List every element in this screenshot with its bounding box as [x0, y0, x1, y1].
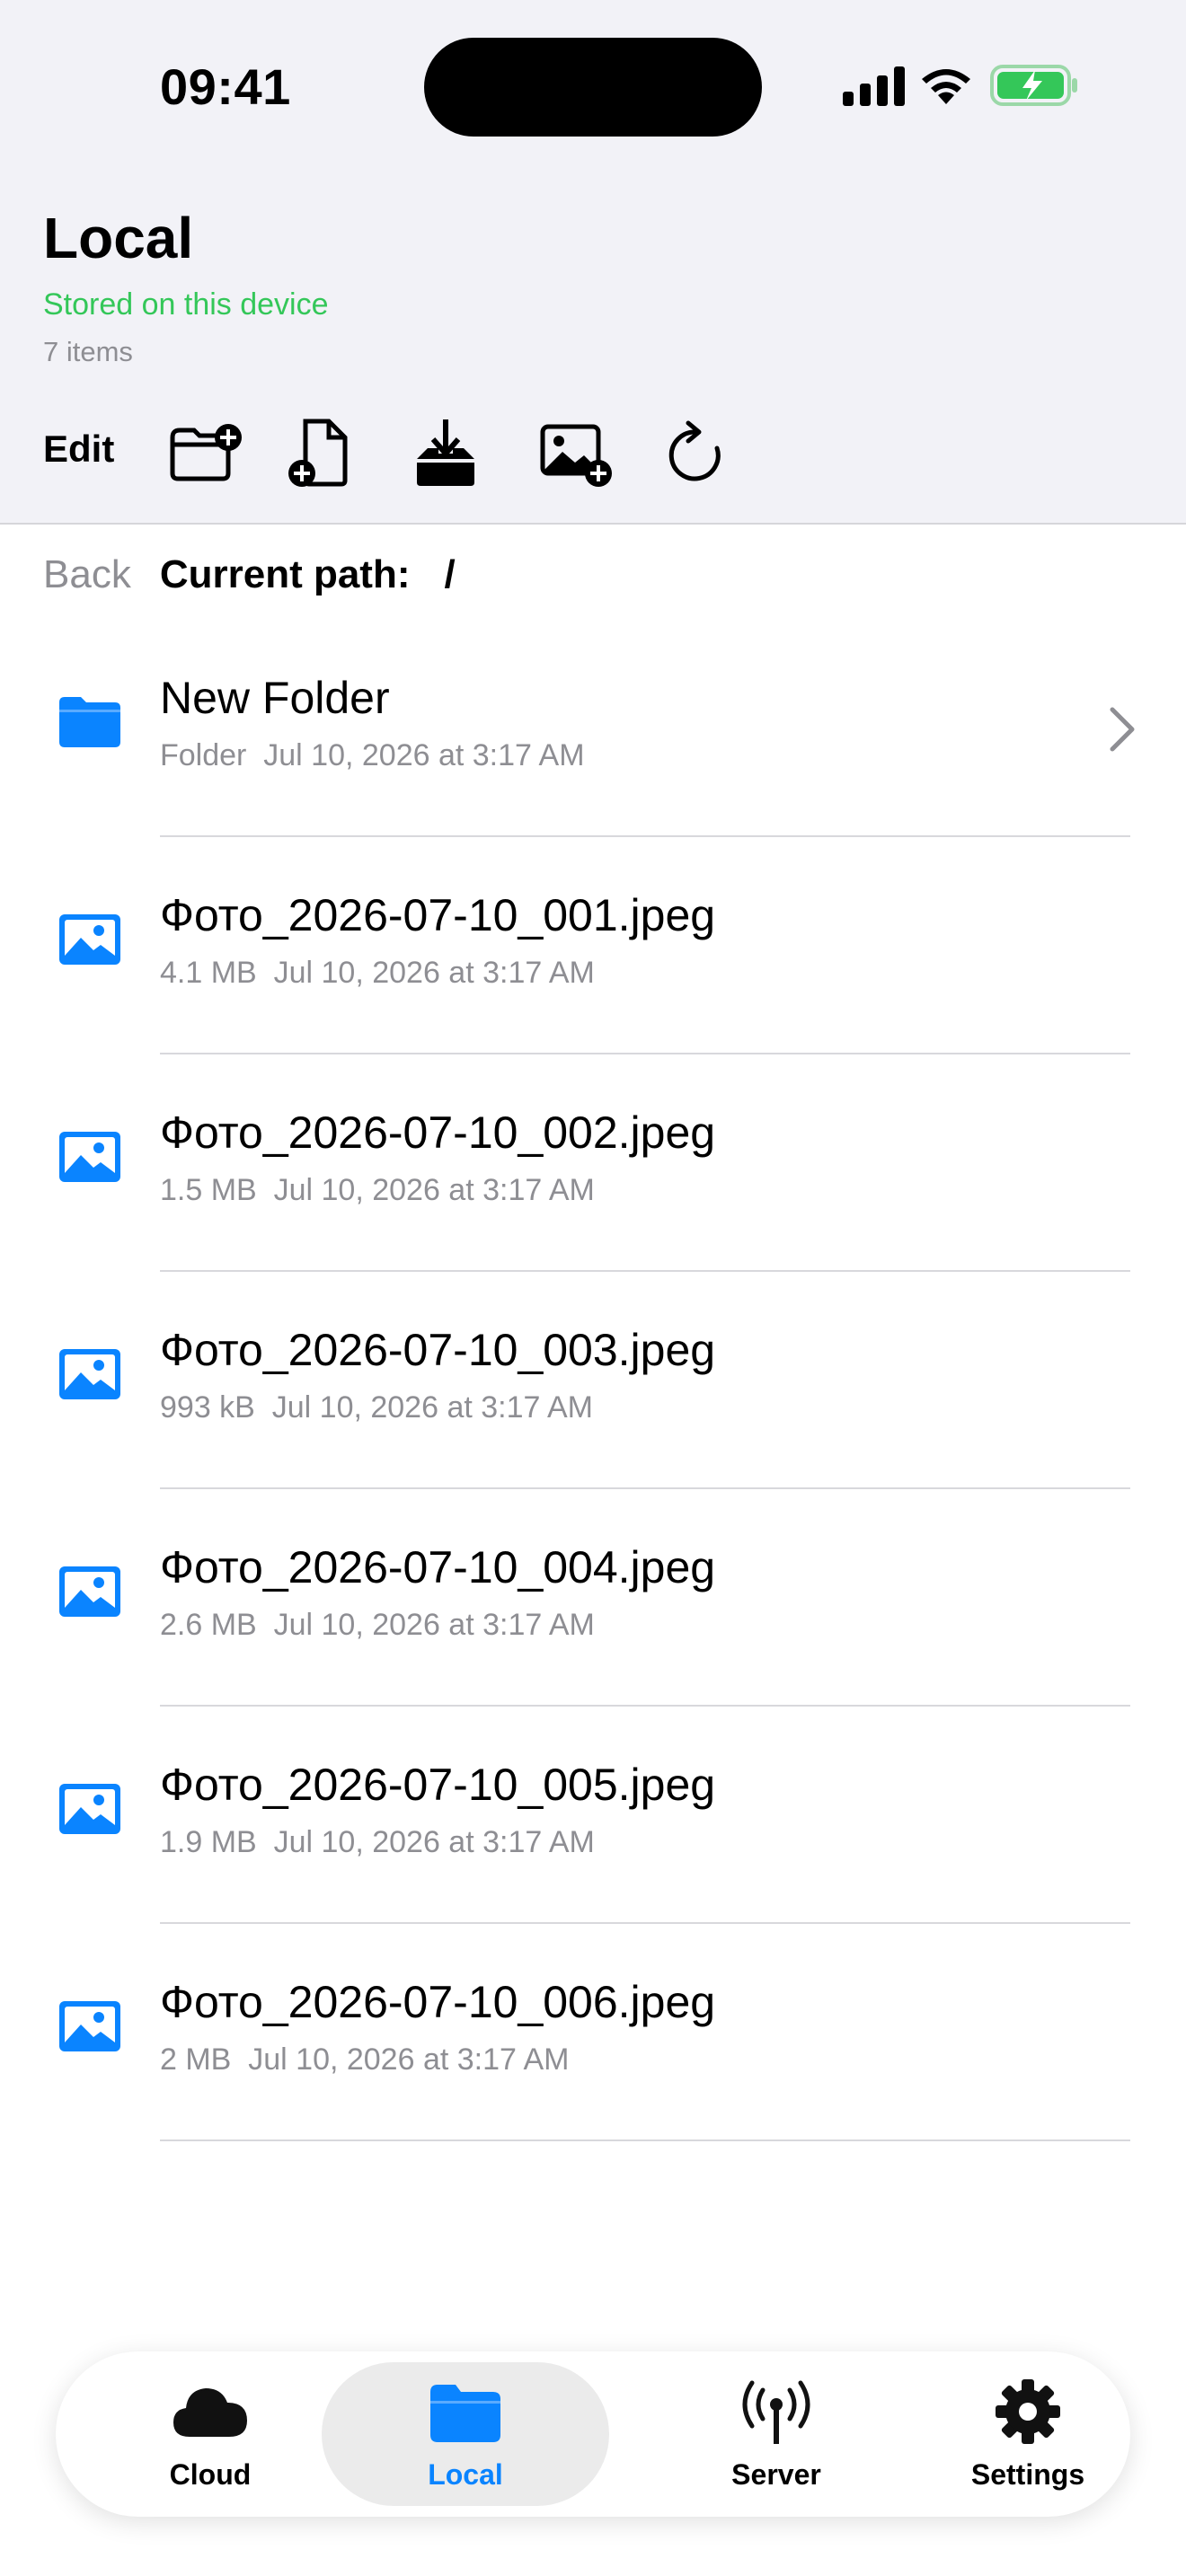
current-path-label: Current path:: [159, 552, 411, 596]
file-name: Фото_2026-07-10_001.jpeg: [160, 890, 716, 940]
import-button[interactable]: [403, 415, 489, 492]
storage-subtitle: Stored on this device: [43, 287, 329, 322]
file-meta: 4.1 MB Jul 10, 2026 at 3:17 AM: [160, 956, 595, 990]
file-meta: Folder Jul 10, 2026 at 3:17 AM: [160, 738, 585, 772]
folder-icon: [430, 2384, 500, 2442]
wifi-icon: [922, 69, 970, 104]
image-file-icon: [59, 914, 120, 965]
chevron-right-icon: [1110, 707, 1135, 752]
gear-icon: [996, 2378, 1060, 2444]
file-meta: 993 kB Jul 10, 2026 at 3:17 AM: [160, 1390, 593, 1425]
status-time: 09:41: [160, 58, 291, 115]
tab-server[interactable]: Server: [642, 2351, 911, 2517]
image-file-icon: [59, 1132, 120, 1182]
new-folder-button[interactable]: [164, 415, 250, 492]
image-file-icon: [59, 1349, 120, 1399]
file-name: Фото_2026-07-10_003.jpeg: [160, 1325, 716, 1375]
add-photo-icon: [540, 424, 612, 487]
tab-cloud[interactable]: Cloud: [75, 2351, 345, 2517]
list-item-file[interactable]: Фото_2026-07-10_005.jpeg 1.9 MB Jul 10, …: [0, 1707, 1186, 1924]
cloud-icon: [173, 2387, 247, 2437]
list-item-folder[interactable]: New Folder Folder Jul 10, 2026 at 3:17 A…: [0, 620, 1186, 837]
refresh-icon: [668, 420, 721, 481]
refresh-button[interactable]: [652, 415, 739, 492]
file-meta: 2 MB Jul 10, 2026 at 3:17 AM: [160, 2042, 570, 2077]
path-bar: Back Current path: /: [43, 548, 456, 602]
new-file-button[interactable]: [279, 415, 365, 492]
tab-label: Settings: [970, 2457, 1085, 2491]
edit-button[interactable]: Edit: [43, 428, 114, 471]
list-item-file[interactable]: Фото_2026-07-10_001.jpeg 4.1 MB Jul 10, …: [0, 837, 1186, 1054]
tab-label: Server: [731, 2457, 821, 2491]
back-button[interactable]: Back: [43, 552, 131, 597]
file-name: Фото_2026-07-10_006.jpeg: [160, 1977, 716, 2027]
image-file-icon: [59, 2001, 120, 2051]
import-icon: [417, 419, 474, 486]
file-name: Фото_2026-07-10_004.jpeg: [160, 1542, 716, 1592]
dynamic-island: [424, 38, 762, 137]
file-name: Фото_2026-07-10_002.jpeg: [160, 1107, 716, 1158]
file-meta: 1.9 MB Jul 10, 2026 at 3:17 AM: [160, 1825, 595, 1859]
list-item-file[interactable]: Фото_2026-07-10_002.jpeg 1.5 MB Jul 10, …: [0, 1054, 1186, 1272]
file-list: New Folder Folder Jul 10, 2026 at 3:17 A…: [0, 620, 1186, 2141]
list-item-file[interactable]: Фото_2026-07-10_004.jpeg 2.6 MB Jul 10, …: [0, 1489, 1186, 1707]
tab-label: Cloud: [169, 2457, 252, 2491]
folder-icon: [59, 697, 120, 747]
file-name: Фото_2026-07-10_005.jpeg: [160, 1760, 716, 1810]
current-path-value: /: [444, 552, 456, 596]
new-file-icon: [288, 419, 348, 487]
tab-label: Local: [428, 2457, 503, 2491]
file-meta: 1.5 MB Jul 10, 2026 at 3:17 AM: [160, 1173, 595, 1207]
new-folder-icon: [170, 424, 242, 481]
file-name: New Folder: [160, 673, 390, 723]
item-count: 7 items: [43, 336, 133, 367]
tab-settings[interactable]: Settings: [893, 2351, 1163, 2517]
battery-icon: [990, 65, 1077, 106]
page-title: Local: [43, 206, 194, 270]
list-item-file[interactable]: Фото_2026-07-10_003.jpeg 993 kB Jul 10, …: [0, 1272, 1186, 1489]
image-file-icon: [59, 1784, 120, 1834]
row-divider: [160, 2139, 1130, 2141]
add-photo-button[interactable]: [534, 415, 620, 492]
signal-icon: [843, 66, 905, 106]
tab-bar: Cloud Local Server Settings: [56, 2351, 1130, 2517]
image-file-icon: [59, 1566, 120, 1617]
antenna-icon: [742, 2380, 810, 2444]
tab-local[interactable]: Local: [322, 2362, 609, 2506]
header-area: 09:41 Local Stored on this device 7 item…: [0, 0, 1186, 525]
list-item-file[interactable]: Фото_2026-07-10_006.jpeg 2 MB Jul 10, 20…: [0, 1924, 1186, 2141]
file-meta: 2.6 MB Jul 10, 2026 at 3:17 AM: [160, 1608, 595, 1642]
